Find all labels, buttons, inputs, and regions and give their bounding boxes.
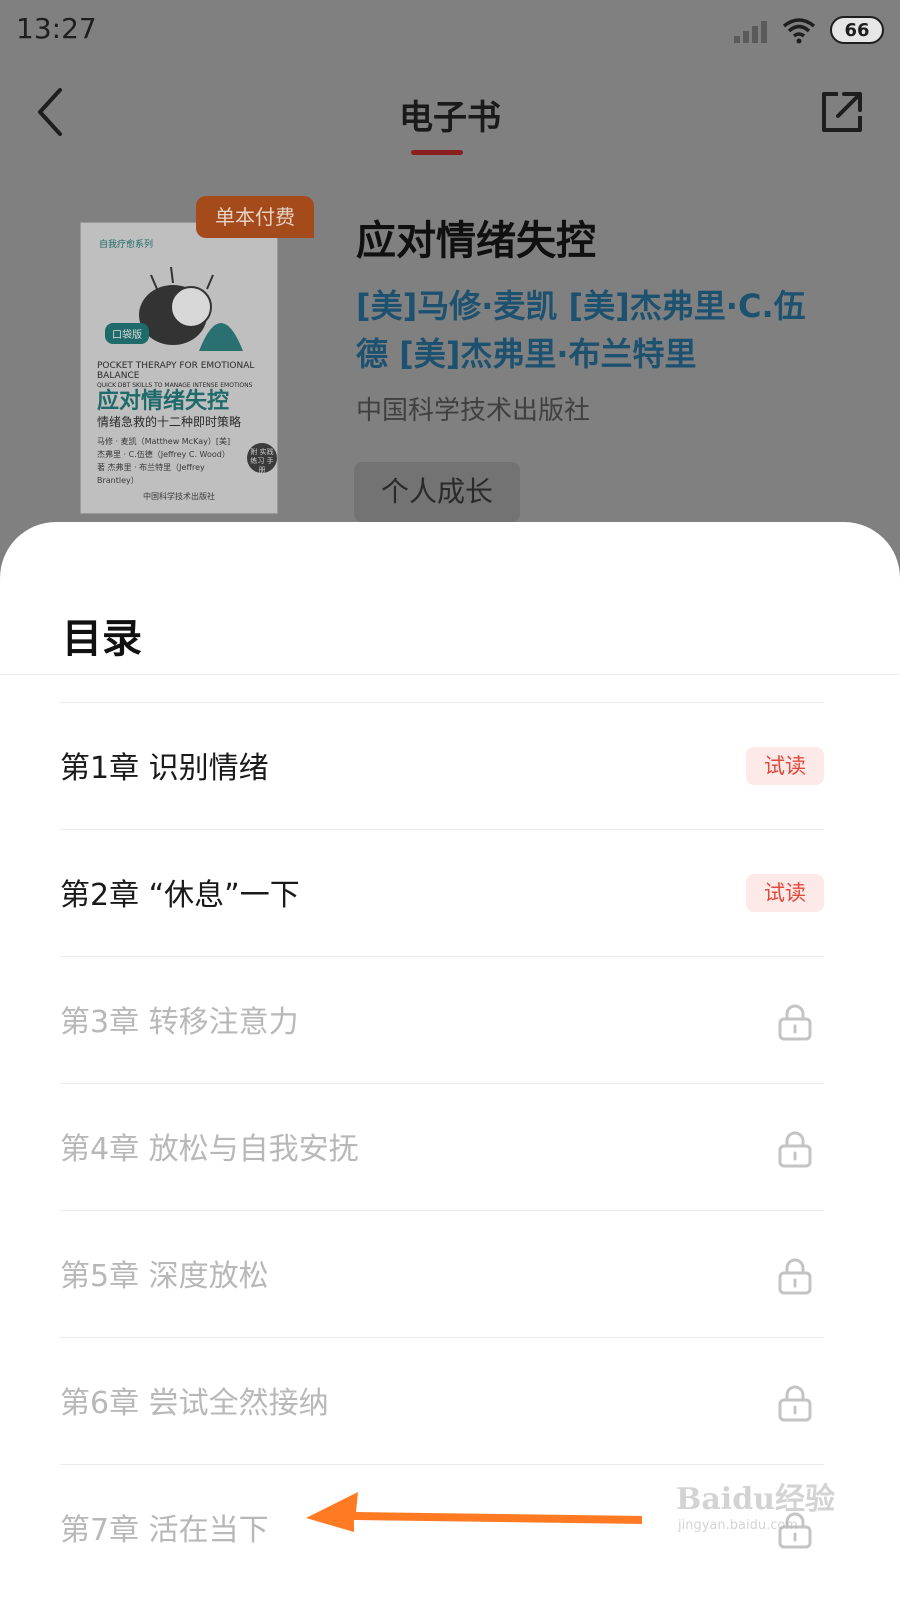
status-time: 13:27 [16, 12, 97, 45]
cover-title: 应对情绪失控 [97, 389, 230, 414]
category-tag[interactable]: 个人成长 [354, 462, 520, 522]
watermark: Baidu经验 jingyan.baidu.com [676, 1474, 846, 1554]
chapter-label: 第3章 转移注意力 [60, 1005, 299, 1040]
chapter-label: 第1章 识别情绪 [60, 751, 269, 786]
toc-list: 第1章 识别情绪 试读 第2章 “休息”一下 试读 第3章 转移注意力 第4章 … [60, 702, 824, 1591]
cover-illustration [139, 266, 243, 351]
signal-icon [734, 17, 768, 43]
chapter-label: 第2章 “休息”一下 [60, 878, 300, 913]
toc-item-chapter-2[interactable]: 第2章 “休息”一下 试读 [60, 829, 824, 956]
toc-item-chapter-5[interactable]: 第5章 深度放松 [60, 1210, 824, 1337]
watermark-url: jingyan.baidu.com [678, 1518, 798, 1533]
toc-item-chapter-1[interactable]: 第1章 识别情绪 试读 [60, 702, 824, 829]
cover-stamp: 附 实践练习 手册 [247, 443, 277, 474]
status-icons: 66 [734, 16, 884, 44]
share-icon[interactable] [818, 88, 866, 136]
toc-sheet: 目录 第1章 识别情绪 试读 第2章 “休息”一下 试读 第3章 转移注意力 第… [0, 522, 900, 1600]
book-detail-page: 13:27 66 电子书 自我疗愈系列 口袋版 POCKET THERAPY F… [0, 0, 900, 600]
book-publisher: 中国科学技术出版社 [356, 396, 591, 426]
toc-title: 目录 [62, 616, 142, 662]
orange-arrow-icon [306, 1492, 642, 1532]
page-title: 电子书 [399, 98, 501, 138]
chapter-label: 第4章 放松与自我安抚 [60, 1132, 359, 1167]
trial-badge: 试读 [746, 874, 824, 912]
wifi-icon [782, 18, 816, 44]
lock-icon [778, 1258, 812, 1295]
toc-item-chapter-3[interactable]: 第3章 转移注意力 [60, 956, 824, 1083]
status-bar: 13:27 66 [0, 0, 900, 62]
book-title: 应对情绪失控 [356, 218, 596, 264]
title-underline [411, 150, 463, 155]
cover-badge: 口袋版 [105, 323, 149, 344]
chapter-label: 第6章 尝试全然接纳 [60, 1386, 329, 1421]
battery-icon: 66 [830, 16, 884, 44]
divider [0, 674, 900, 675]
trial-badge: 试读 [746, 747, 824, 785]
cover-authors: 马修 · 麦凯（Matthew McKay）[美] 杰弗里 · C.伍德（Jef… [97, 437, 231, 485]
cover-series: 自我疗愈系列 [99, 240, 154, 250]
lock-icon [778, 1004, 812, 1041]
toc-item-chapter-6[interactable]: 第6章 尝试全然接纳 [60, 1337, 824, 1464]
cover-subtitle: 情绪急救的十二种即时策略 [97, 415, 242, 429]
chapter-label: 第5章 深度放松 [60, 1259, 269, 1294]
watermark-logo: Baidu经验 [676, 1482, 835, 1517]
pay-badge: 单本付费 [196, 196, 314, 238]
book-authors[interactable]: [美]马修·麦凯 [美]杰弗里·C.伍德 [美]杰弗里·布兰特里 [356, 282, 826, 378]
book-cover[interactable]: 自我疗愈系列 口袋版 POCKET THERAPY FOR EMOTIONAL … [80, 222, 278, 514]
cover-publisher: 中国科学技术出版社 [143, 492, 215, 501]
toc-item-chapter-4[interactable]: 第4章 放松与自我安抚 [60, 1083, 824, 1210]
lock-icon [778, 1131, 812, 1168]
chapter-label: 第7章 活在当下 [60, 1513, 269, 1548]
nav-bar: 电子书 [0, 62, 900, 172]
lock-icon [778, 1385, 812, 1422]
